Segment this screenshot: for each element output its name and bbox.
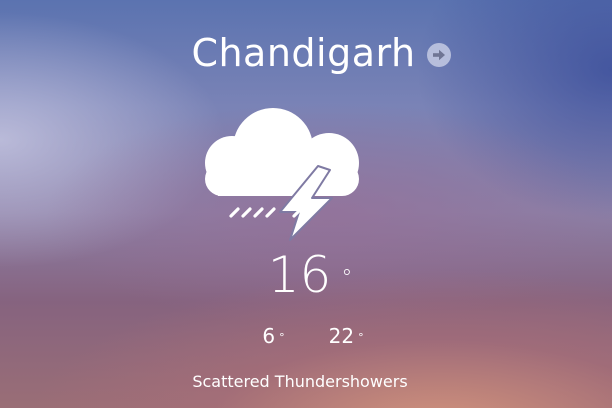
degree-symbol: ° bbox=[279, 331, 285, 344]
cloud-shape bbox=[205, 108, 359, 196]
low-temperature-value: 6 bbox=[262, 324, 276, 348]
current-temperature: 16 ° bbox=[0, 244, 612, 306]
high-temperature-value: 22 bbox=[328, 324, 355, 348]
degree-symbol: ° bbox=[358, 331, 364, 344]
location-header: Chandigarh bbox=[0, 28, 612, 78]
weather-screen: Chandigarh 16 ° 6 ° 22 ° Scattered Thund… bbox=[0, 0, 612, 408]
location-header-inner: Chandigarh bbox=[191, 31, 451, 75]
weather-condition: Scattered Thundershowers bbox=[192, 372, 408, 391]
degree-symbol: ° bbox=[341, 266, 353, 291]
city-name: Chandigarh bbox=[191, 31, 416, 75]
temperature-range: 6 ° 22 ° bbox=[0, 322, 612, 350]
next-city-button[interactable] bbox=[426, 43, 451, 67]
cloud-rain-lightning-icon bbox=[205, 108, 359, 241]
high-temperature: 22 ° bbox=[329, 322, 364, 350]
low-temperature: 6 ° bbox=[262, 322, 284, 350]
arrow-right-icon bbox=[432, 49, 445, 61]
current-temperature-value: 16 bbox=[267, 246, 332, 304]
